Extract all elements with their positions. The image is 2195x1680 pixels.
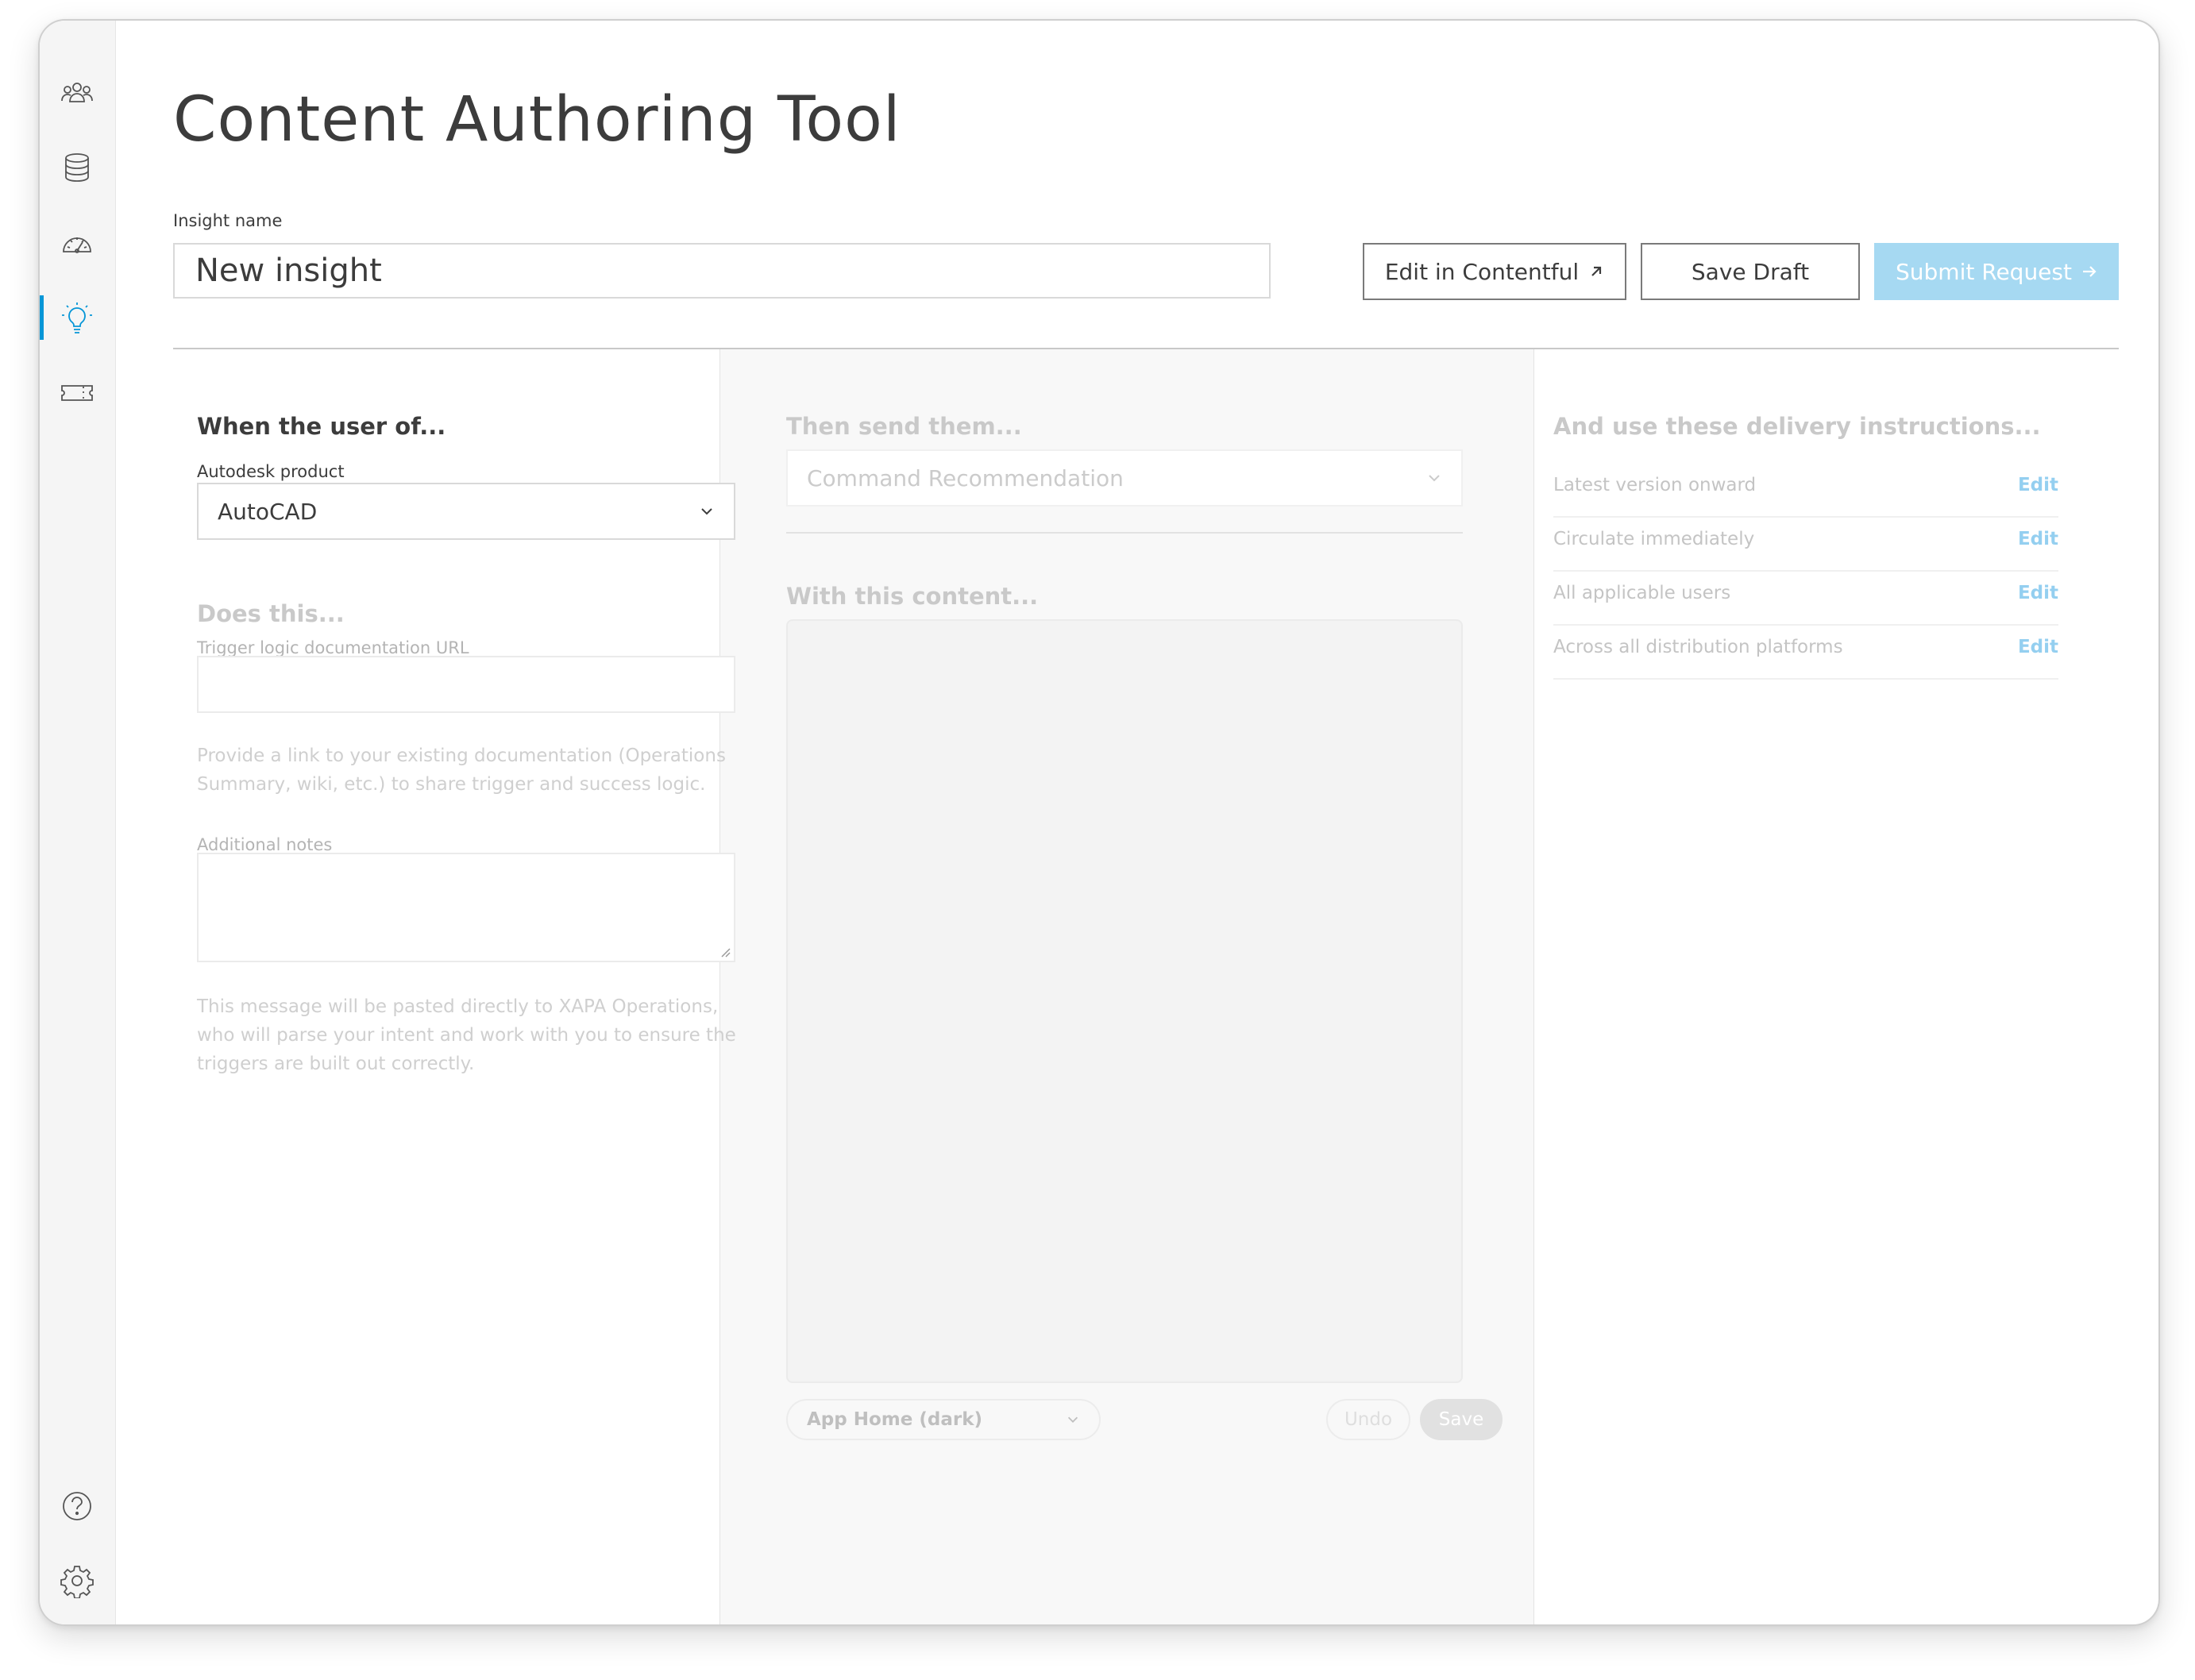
lightbulb-icon bbox=[62, 302, 92, 333]
content-editor[interactable] bbox=[786, 619, 1463, 1383]
insight-name-label: Insight name bbox=[173, 211, 283, 230]
delivery-row-text: All applicable users bbox=[1553, 583, 1731, 603]
save-draft-button[interactable]: Save Draft bbox=[1641, 243, 1860, 300]
product-select-value: AutoCAD bbox=[218, 498, 318, 525]
delivery-edit-link[interactable]: Edit bbox=[2018, 583, 2058, 603]
edit-in-contentful-button[interactable]: Edit in Contentful bbox=[1363, 243, 1626, 300]
sidebar-active-indicator bbox=[40, 295, 44, 340]
does-this-heading: Does this... bbox=[197, 600, 345, 627]
delivery-row-audience: All applicable users Edit bbox=[1553, 572, 2058, 626]
delivery-edit-link[interactable]: Edit bbox=[2018, 475, 2058, 495]
sidebar-item-settings[interactable] bbox=[57, 1561, 97, 1601]
database-icon bbox=[65, 153, 89, 182]
trigger-url-input[interactable] bbox=[197, 656, 735, 713]
sidebar-item-dashboard[interactable] bbox=[57, 224, 97, 264]
undo-button[interactable]: Undo bbox=[1326, 1399, 1410, 1440]
insight-name-input[interactable] bbox=[173, 243, 1271, 299]
product-label: Autodesk product bbox=[197, 462, 345, 481]
delivery-row-platforms: Across all distribution platforms Edit bbox=[1553, 626, 2058, 680]
notes-label: Additional notes bbox=[197, 835, 333, 854]
chevron-down-icon bbox=[1067, 1416, 1078, 1423]
insight-type-select[interactable]: Command Recommendation bbox=[786, 449, 1463, 507]
sidebar-item-insights[interactable] bbox=[57, 299, 97, 338]
sidebar bbox=[40, 21, 116, 1624]
delivery-heading: And use these delivery instructions... bbox=[1553, 413, 2041, 440]
settings-gear-icon bbox=[60, 1566, 94, 1598]
when-user-heading: When the user of... bbox=[197, 413, 446, 440]
preview-theme-select[interactable]: App Home (dark) bbox=[786, 1399, 1101, 1440]
resize-grip-icon[interactable] bbox=[719, 946, 731, 958]
sidebar-item-tickets[interactable] bbox=[57, 373, 97, 413]
trigger-url-label: Trigger logic documentation URL bbox=[197, 638, 469, 657]
ticket-icon bbox=[61, 385, 93, 401]
app-window: Content Authoring Tool Insight name Edit… bbox=[38, 19, 2160, 1626]
sidebar-item-users[interactable] bbox=[57, 73, 97, 113]
notes-help: This message will be pasted directly to … bbox=[197, 996, 736, 1074]
sidebar-item-help[interactable] bbox=[57, 1486, 97, 1526]
preview-theme-value: App Home (dark) bbox=[807, 1409, 983, 1430]
dashboard-gauge-icon bbox=[63, 237, 91, 253]
insight-type-value: Command Recommendation bbox=[807, 464, 1124, 491]
save-draft-label: Save Draft bbox=[1691, 258, 1810, 285]
delivery-edit-link[interactable]: Edit bbox=[2018, 529, 2058, 549]
delivery-edit-link[interactable]: Edit bbox=[2018, 637, 2058, 657]
undo-label: Undo bbox=[1344, 1409, 1393, 1430]
edit-in-contentful-label: Edit in Contentful bbox=[1384, 258, 1580, 285]
save-content-button[interactable]: Save bbox=[1420, 1399, 1503, 1440]
trigger-url-help: Provide a link to your existing document… bbox=[197, 746, 726, 795]
notes-textarea[interactable] bbox=[197, 853, 735, 962]
chevron-down-icon bbox=[701, 508, 712, 515]
external-arrow-icon bbox=[1591, 266, 1602, 276]
delivery-row-timing: Circulate immediately Edit bbox=[1553, 518, 2058, 572]
chevron-down-icon bbox=[1429, 475, 1440, 482]
arrow-right-icon bbox=[2082, 266, 2097, 277]
page-title: Content Authoring Tool bbox=[173, 84, 901, 156]
with-content-heading: With this content... bbox=[786, 583, 1039, 610]
delivery-row-text: Circulate immediately bbox=[1553, 529, 1755, 549]
submit-request-button[interactable]: Submit Request bbox=[1874, 243, 2119, 300]
save-content-label: Save bbox=[1438, 1409, 1484, 1430]
help-icon bbox=[63, 1492, 91, 1520]
users-icon bbox=[61, 83, 93, 102]
delivery-row-text: Latest version onward bbox=[1553, 475, 1757, 495]
delivery-row-version: Latest version onward Edit bbox=[1553, 464, 2058, 518]
submit-request-label: Submit Request bbox=[1896, 258, 2072, 285]
sidebar-item-database[interactable] bbox=[57, 148, 97, 187]
middle-divider bbox=[786, 532, 1463, 534]
delivery-row-text: Across all distribution platforms bbox=[1553, 637, 1843, 657]
product-select[interactable]: AutoCAD bbox=[197, 483, 735, 540]
then-send-heading: Then send them... bbox=[786, 413, 1022, 440]
